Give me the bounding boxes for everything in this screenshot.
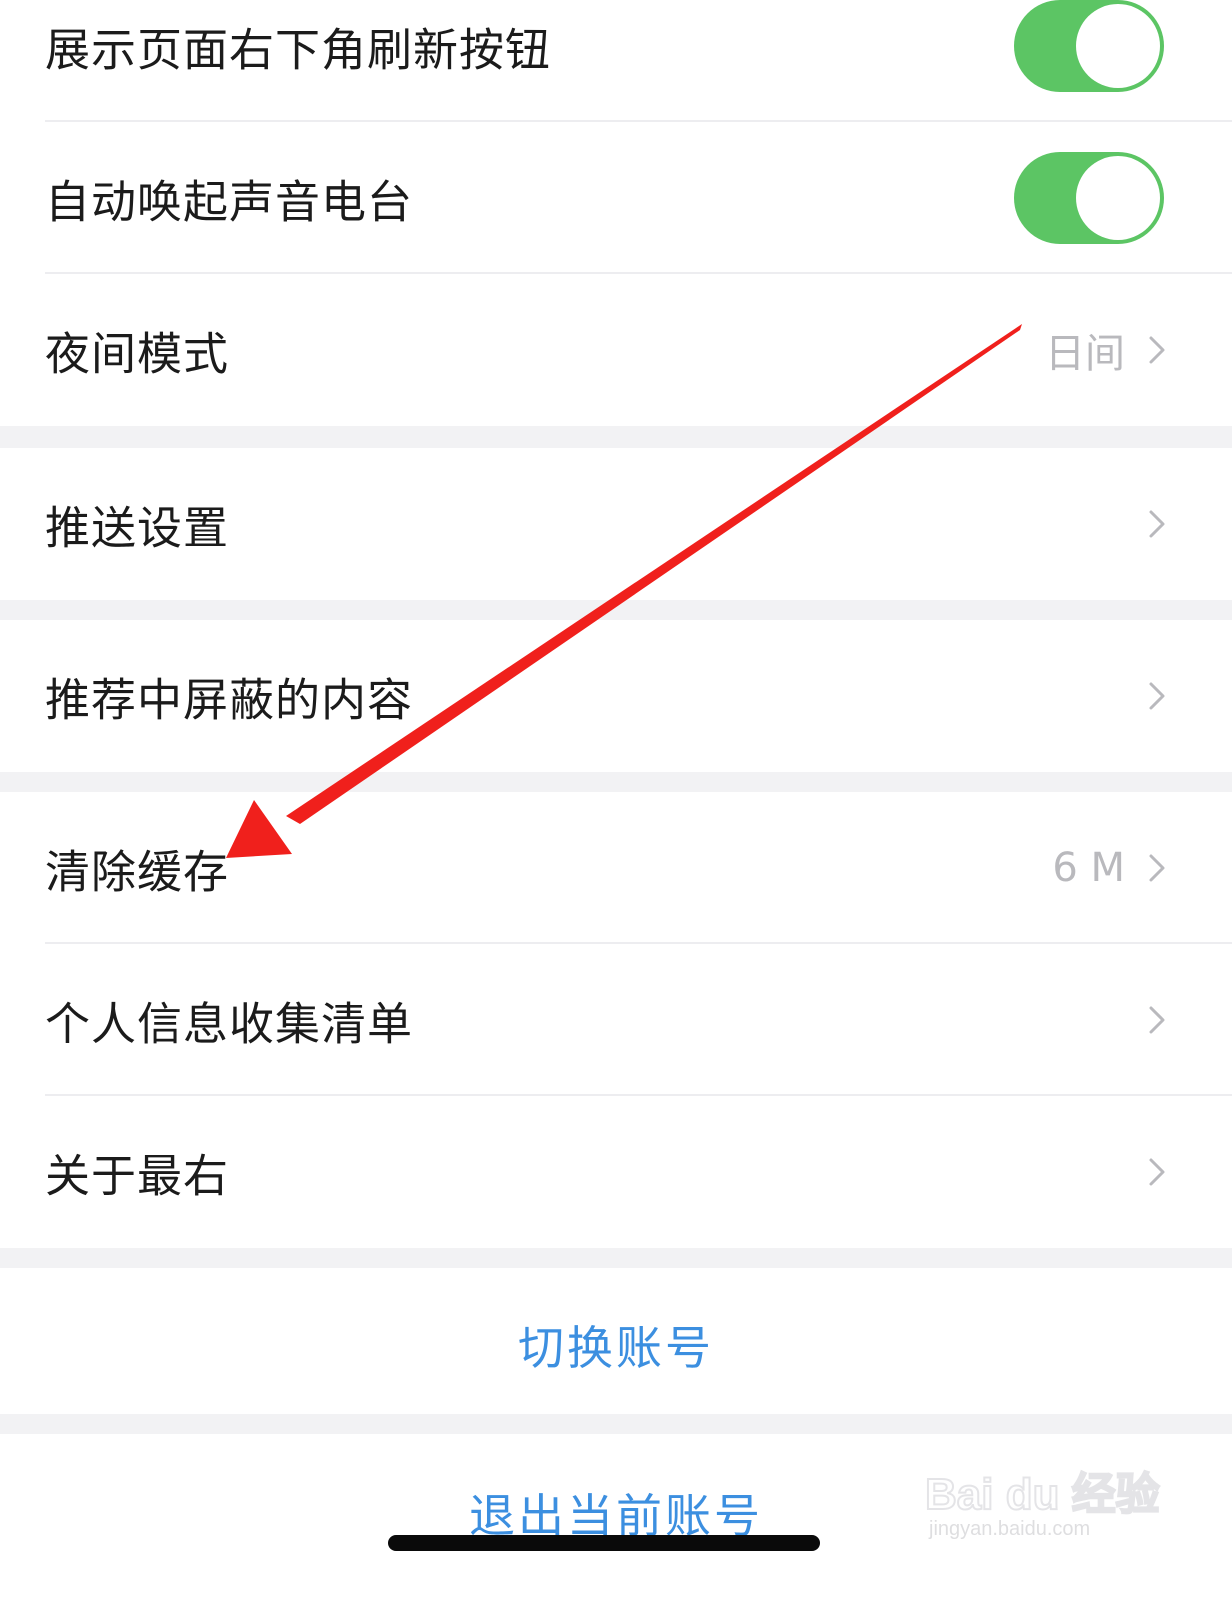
settings-row-refresh-button[interactable]: 展示页面右下角刷新按钮 [0, 0, 1232, 122]
chevron-right-icon [1149, 682, 1165, 710]
settings-page: 展示页面右下角刷新按钮 自动唤起声音电台 夜间模式 日间 推送设置 推荐中屏蔽的… [0, 0, 1232, 1600]
refresh-button-toggle[interactable] [1014, 0, 1164, 92]
settings-label: 个人信息收集清单 [45, 997, 414, 1051]
settings-label: 清除缓存 [45, 845, 230, 899]
toggle-knob [1076, 4, 1160, 88]
settings-row-personal-info[interactable]: 个人信息收集清单 [0, 944, 1232, 1096]
settings-label: 推荐中屏蔽的内容 [45, 673, 414, 727]
settings-row-clear-cache[interactable]: 清除缓存 6 M [0, 792, 1232, 944]
settings-label: 推送设置 [45, 501, 230, 555]
settings-label: 夜间模式 [45, 327, 230, 381]
auto-radio-toggle[interactable] [1014, 152, 1164, 244]
settings-row-auto-radio[interactable]: 自动唤起声音电台 [0, 122, 1232, 274]
settings-row-push[interactable]: 推送设置 [0, 448, 1232, 600]
chevron-right-icon [1149, 1158, 1165, 1186]
switch-account-button[interactable]: 切换账号 [0, 1312, 1232, 1378]
baidu-jingyan-watermark: Bai du 经验 jingyan.baidu.com [924, 1440, 1165, 1550]
switch-account-row: 切换账号 [0, 1268, 1232, 1414]
settings-row-about[interactable]: 关于最右 [0, 1096, 1232, 1248]
home-indicator [388, 1535, 820, 1551]
settings-label: 自动唤起声音电台 [45, 175, 414, 229]
watermark-url: jingyan.baidu.com [929, 1518, 1091, 1540]
settings-row-night-mode[interactable]: 夜间模式 日间 [0, 274, 1232, 426]
chevron-right-icon [1149, 336, 1165, 364]
night-mode-value: 日间 [1045, 331, 1125, 377]
settings-row-blocked-content[interactable]: 推荐中屏蔽的内容 [0, 620, 1232, 772]
chevron-right-icon [1149, 510, 1165, 538]
chevron-right-icon [1149, 1006, 1165, 1034]
toggle-knob [1076, 156, 1160, 240]
cache-size-value: 6 M [1052, 845, 1125, 891]
watermark-brand: Bai du 经验 [924, 1469, 1161, 1520]
settings-label: 关于最右 [45, 1149, 230, 1203]
settings-label: 展示页面右下角刷新按钮 [45, 23, 552, 77]
chevron-right-icon [1149, 854, 1165, 882]
